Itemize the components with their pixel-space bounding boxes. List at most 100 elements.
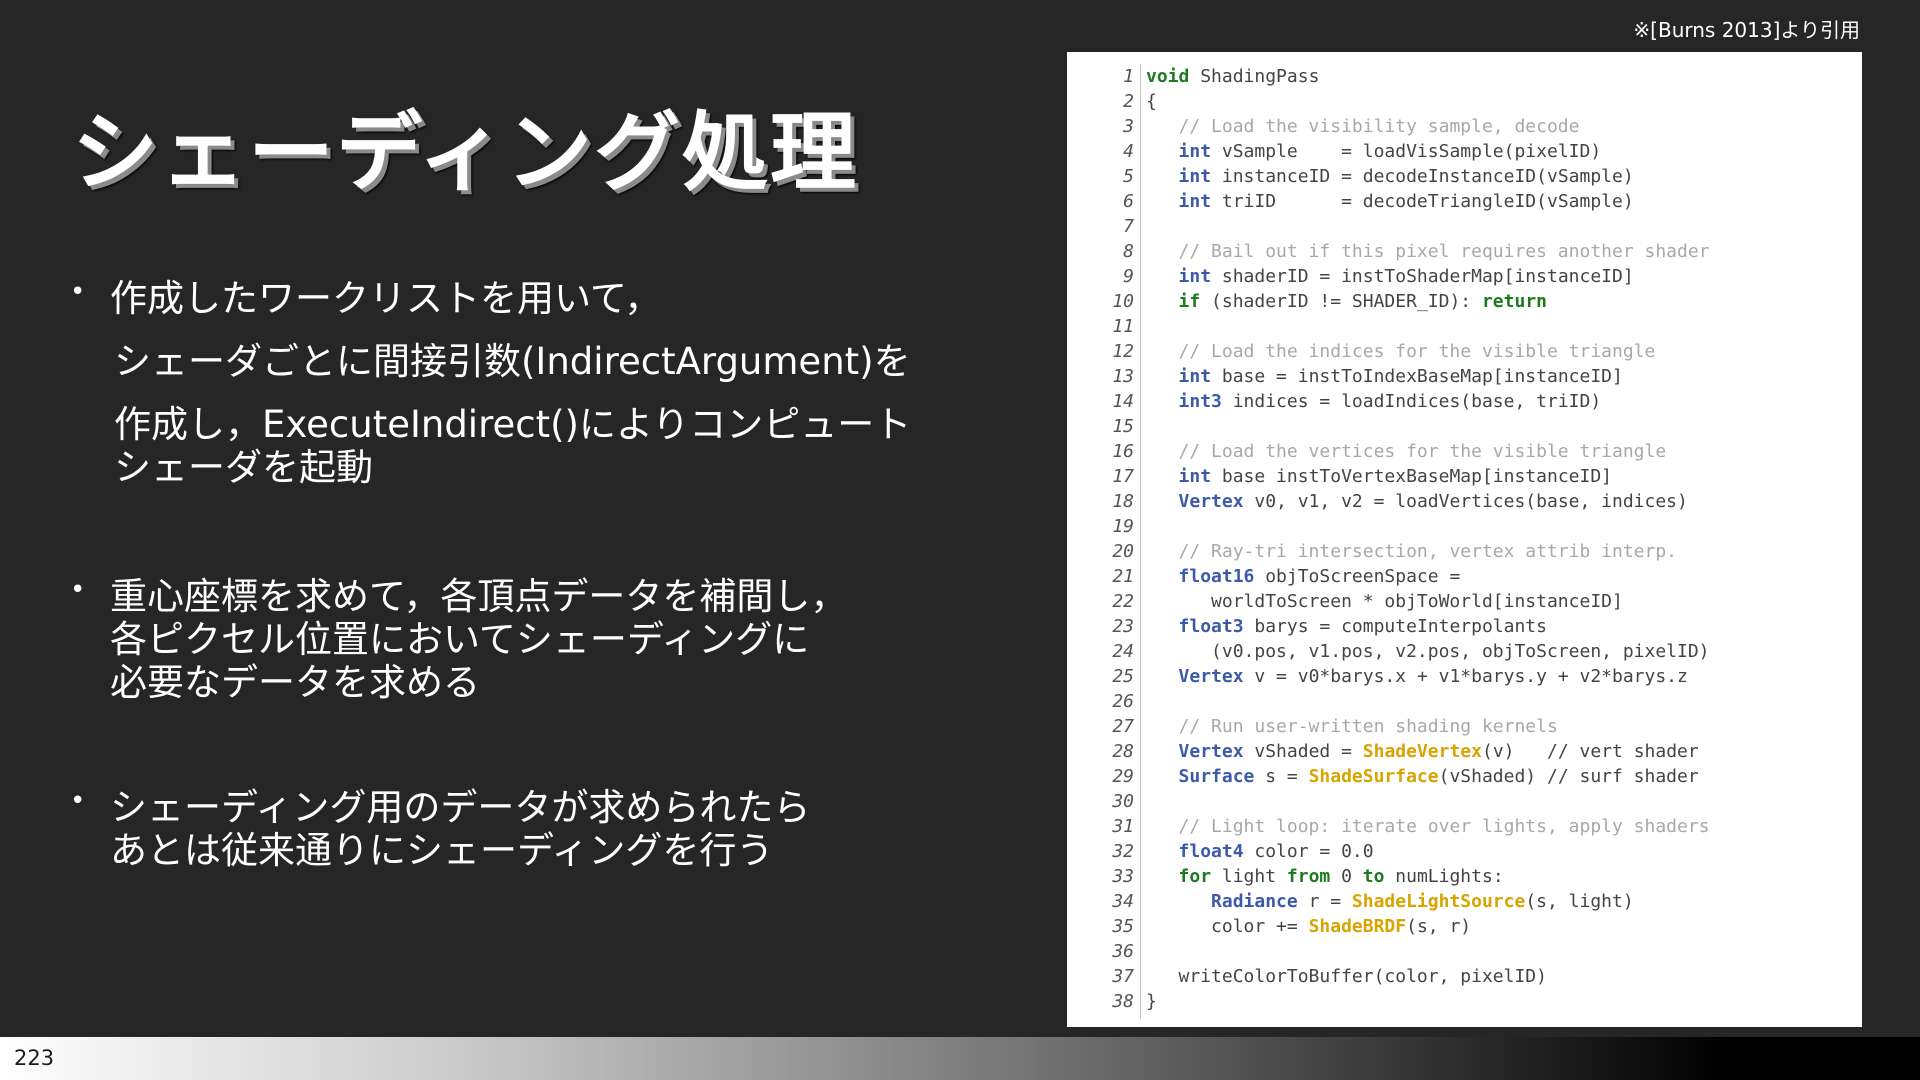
code-line: 20 // Ray-tri intersection, vertex attri… bbox=[1067, 539, 1862, 564]
code-line: 26 bbox=[1067, 689, 1862, 714]
code-token: v0, v1, v2 = loadVertices(base, indices) bbox=[1243, 491, 1688, 512]
code-token: int bbox=[1178, 191, 1212, 212]
bullet-dot: • bbox=[70, 277, 86, 307]
code-token: indices = loadIndices(base, triID) bbox=[1221, 391, 1602, 412]
code-line: 33 for light from 0 to numLights: bbox=[1067, 864, 1862, 889]
code-token: Vertex bbox=[1178, 741, 1244, 762]
code-token: (shaderID != SHADER_ID): bbox=[1200, 291, 1482, 312]
code-line: 9 int shaderID = instToShaderMap[instanc… bbox=[1067, 264, 1862, 289]
line-number: 25 bbox=[1112, 666, 1134, 687]
line-number: 15 bbox=[1112, 416, 1134, 437]
code-token: // vert shader bbox=[1547, 741, 1699, 762]
code-token: // Load the visibility sample, decode bbox=[1178, 116, 1580, 137]
line-number: 18 bbox=[1112, 491, 1134, 512]
code-token: v = v0*barys.x + v1*barys.y + v2*barys.z bbox=[1243, 666, 1688, 687]
code-token: int bbox=[1178, 366, 1212, 387]
code-token: worldToScreen * objToWorld[instanceID] bbox=[1146, 591, 1623, 612]
code-token: (v0.pos, v1.pos, v2.pos, objToScreen, pi… bbox=[1146, 641, 1710, 662]
code-text: float16 objToScreenSpace = bbox=[1146, 564, 1461, 589]
code-text: // Load the vertices for the visible tri… bbox=[1146, 439, 1667, 464]
code-text: int triID = decodeTriangleID(vSample) bbox=[1146, 189, 1634, 214]
code-line: 12 // Load the indices for the visible t… bbox=[1067, 339, 1862, 364]
code-line: 3 // Load the visibility sample, decode bbox=[1067, 114, 1862, 139]
code-line: 30 bbox=[1067, 789, 1862, 814]
code-line: 1 void ShadingPass bbox=[1067, 64, 1862, 89]
code-line: 25 Vertex v = v0*barys.x + v1*barys.y + … bbox=[1067, 664, 1862, 689]
citation: ※[Burns 2013]より引用 bbox=[1633, 18, 1860, 42]
code-token: } bbox=[1146, 991, 1157, 1012]
code-token: (s, light) bbox=[1525, 891, 1634, 912]
code-line: 6 int triID = decodeTriangleID(vSample) bbox=[1067, 189, 1862, 214]
bullet-dot: • bbox=[70, 786, 86, 816]
line-number: 33 bbox=[1112, 866, 1134, 887]
code-text: Radiance r = ShadeLightSource(s, light) bbox=[1146, 889, 1634, 914]
code-text: // Light loop: iterate over lights, appl… bbox=[1146, 814, 1710, 839]
line-number: 24 bbox=[1112, 641, 1134, 662]
line-number: 20 bbox=[1112, 541, 1134, 562]
code-line: 23 float3 barys = computeInterpolants bbox=[1067, 614, 1862, 639]
code-token: int bbox=[1178, 466, 1212, 487]
line-number: 12 bbox=[1112, 341, 1134, 362]
line-number: 10 bbox=[1112, 291, 1134, 312]
line-number: 3 bbox=[1123, 116, 1134, 137]
code-token: // Load the vertices for the visible tri… bbox=[1178, 441, 1667, 462]
code-token: (s, r) bbox=[1406, 916, 1472, 937]
code-token: (vShaded) // surf shader bbox=[1438, 766, 1699, 787]
code-token: ShadeBRDF bbox=[1308, 916, 1407, 937]
code-line: 18 Vertex v0, v1, v2 = loadVertices(base… bbox=[1067, 489, 1862, 514]
code-text: color += ShadeBRDF(s, r) bbox=[1146, 914, 1471, 939]
code-line: 2{ bbox=[1067, 89, 1862, 114]
code-line: 32 float4 color = 0.0 bbox=[1067, 839, 1862, 864]
line-number: 1 bbox=[1123, 66, 1134, 87]
line-number: 14 bbox=[1112, 391, 1134, 412]
code-line: 16 // Load the vertices for the visible … bbox=[1067, 439, 1862, 464]
code-token: Vertex bbox=[1178, 666, 1244, 687]
code-token: numLights: bbox=[1384, 866, 1504, 887]
code-token: to bbox=[1362, 866, 1385, 887]
line-number: 26 bbox=[1112, 691, 1134, 712]
code-token: if bbox=[1178, 291, 1201, 312]
code-token: vShaded = bbox=[1243, 741, 1363, 762]
code-token: Surface bbox=[1178, 766, 1255, 787]
line-number: 21 bbox=[1112, 566, 1134, 587]
code-line: 11 bbox=[1067, 314, 1862, 339]
code-text: int3 indices = loadIndices(base, triID) bbox=[1146, 389, 1602, 414]
code-line: 24 (v0.pos, v1.pos, v2.pos, objToScreen,… bbox=[1067, 639, 1862, 664]
line-number: 11 bbox=[1112, 316, 1134, 337]
line-number: 5 bbox=[1123, 166, 1134, 187]
code-text: // Bail out if this pixel requires anoth… bbox=[1146, 239, 1710, 264]
code-token: barys = computeInterpolants bbox=[1243, 616, 1547, 637]
code-token: ShadeVertex bbox=[1362, 741, 1482, 762]
code-line: 31 // Light loop: iterate over lights, a… bbox=[1067, 814, 1862, 839]
code-token: s = bbox=[1254, 766, 1309, 787]
line-number: 19 bbox=[1112, 516, 1134, 537]
code-text: int base = instToIndexBaseMap[instanceID… bbox=[1146, 364, 1623, 389]
code-token: shaderID = instToShaderMap[instanceID] bbox=[1211, 266, 1634, 287]
code-token: void bbox=[1146, 66, 1190, 87]
code-text: float4 color = 0.0 bbox=[1146, 839, 1374, 864]
line-number: 27 bbox=[1112, 716, 1134, 737]
footer-bar bbox=[0, 1037, 1920, 1080]
code-token: // Ray-tri intersection, vertex attrib i… bbox=[1178, 541, 1678, 562]
code-text: float3 barys = computeInterpolants bbox=[1146, 614, 1547, 639]
line-number: 29 bbox=[1112, 766, 1134, 787]
code-token: float3 bbox=[1178, 616, 1244, 637]
code-text: Vertex vShaded = ShadeVertex(v) // vert … bbox=[1146, 739, 1699, 764]
line-number: 8 bbox=[1123, 241, 1134, 262]
line-number: 7 bbox=[1123, 216, 1134, 237]
code-line: 34 Radiance r = ShadeLightSource(s, ligh… bbox=[1067, 889, 1862, 914]
code-token: { bbox=[1146, 91, 1157, 112]
code-token: color = 0.0 bbox=[1243, 841, 1374, 862]
code-line: 10 if (shaderID != SHADER_ID): return bbox=[1067, 289, 1862, 314]
code-token: Vertex bbox=[1178, 491, 1244, 512]
